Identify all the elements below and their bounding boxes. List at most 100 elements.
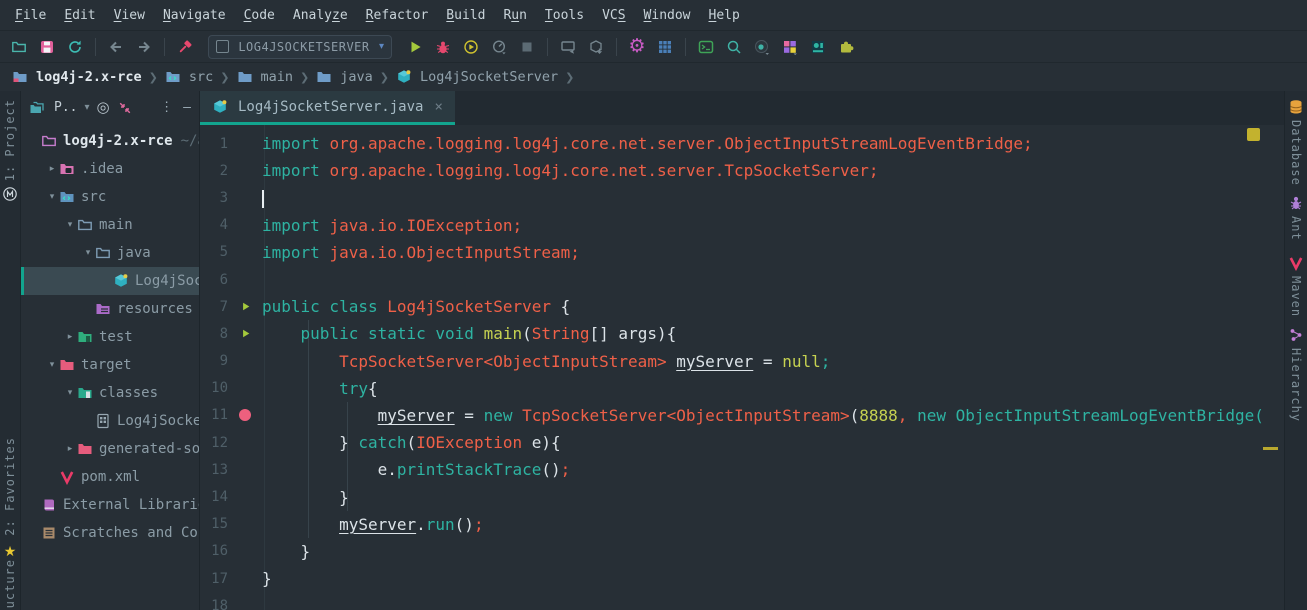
run-button[interactable] [402, 34, 428, 60]
folderNav-icon [316, 69, 334, 85]
more-options-button[interactable]: ⋮ [160, 100, 173, 115]
menu-item-build[interactable]: Build [437, 8, 494, 23]
toolwindow-ant[interactable]: Ant [1285, 195, 1307, 241]
theme-blocks-button[interactable] [777, 34, 803, 60]
breadcrumb-item-java[interactable]: java [314, 69, 375, 85]
menu-item-refactor[interactable]: Refactor [357, 8, 438, 23]
menu-item-help[interactable]: Help [700, 8, 749, 23]
menu-item-vcs[interactable]: VCS [593, 8, 634, 23]
chevron-down-icon[interactable]: ▾ [84, 102, 89, 113]
code-line-3: 3 [200, 184, 1284, 211]
line-number: 18 [200, 598, 228, 610]
tree-expander[interactable]: ▾ [81, 248, 95, 258]
menu-item-run[interactable]: Run [494, 8, 535, 23]
tree-expander[interactable]: ▸ [63, 332, 77, 342]
tree-item--idea[interactable]: ▸.idea [21, 155, 199, 183]
menu-item-navigate[interactable]: Navigate [154, 8, 235, 23]
collapse-all-button[interactable] [117, 100, 135, 116]
tree-item-resources[interactable]: resources [21, 295, 199, 323]
breadcrumb-item-src[interactable]: src [163, 69, 215, 85]
line-number: 5 [200, 244, 228, 260]
open-folder-button[interactable] [6, 34, 32, 60]
toolwindow-database-icon [1288, 99, 1304, 115]
modules-grid-button[interactable] [652, 34, 678, 60]
toolwindow-favorites[interactable]: 2: Favorites★ [0, 437, 20, 560]
tree-item-log4j-2-x-rce[interactable]: log4j-2.x-rce~/apache- [21, 127, 199, 155]
main-area: 1: Project2: Favorites★ucture P.. ▾ ◎ ⋮ … [0, 91, 1307, 610]
tree-item-src[interactable]: ▾src [21, 183, 199, 211]
tree-item-scratches-and-consoles[interactable]: Scratches and Consoles [21, 519, 199, 547]
debug-button[interactable] [430, 34, 456, 60]
deploy-button[interactable] [583, 34, 609, 60]
tree-item-target[interactable]: ▾target [21, 351, 199, 379]
profiler-button[interactable] [486, 34, 512, 60]
toolwindow-structure[interactable]: ucture [0, 559, 20, 608]
tree-expander[interactable]: ▸ [45, 164, 59, 174]
breadcrumb-item-log4jsocketserver[interactable]: Log4jSocketServer [394, 69, 560, 85]
code-line-16: 16 } [200, 538, 1284, 565]
sync-button[interactable] [62, 34, 88, 60]
build-button[interactable] [172, 34, 198, 60]
code-line-1: 1import org.apache.logging.log4j.core.ne… [200, 130, 1284, 157]
toolwindow-database[interactable]: Database [1285, 99, 1307, 186]
tree-item-external-libraries[interactable]: External Libraries [21, 491, 199, 519]
editor-tab-bar: Log4jSocketServer.java × [200, 91, 1284, 125]
tree-expander[interactable]: ▾ [63, 220, 77, 230]
code-line-11: 11 myServer = new TcpSocketServer<Object… [200, 402, 1284, 429]
run-gutter-icon[interactable] [240, 328, 251, 339]
project-view-selector[interactable]: P.. [54, 100, 77, 115]
tree-item-log4jsocketser[interactable]: Log4jSocketSer [21, 267, 199, 295]
tree-expander[interactable]: ▾ [63, 388, 77, 398]
tree-item-pom-xml[interactable]: pom.xml [21, 463, 199, 491]
plugins-puzzle-button[interactable] [833, 34, 859, 60]
run-gutter-icon[interactable] [240, 301, 251, 312]
tree-item-log4jsocketserve[interactable]: Log4jSocketServe [21, 407, 199, 435]
breadcrumb-item-main[interactable]: main [235, 69, 296, 85]
tree-expander[interactable]: ▾ [45, 192, 59, 202]
code-line-12: 12 } catch(IOException e){ [200, 429, 1284, 456]
material-ui-button[interactable] [805, 34, 831, 60]
forward-button[interactable] [131, 34, 157, 60]
tree-item-test[interactable]: ▸test [21, 323, 199, 351]
tree-item-generated-sources[interactable]: ▸generated-sources [21, 435, 199, 463]
terminal-button[interactable] [693, 34, 719, 60]
tree-item-classes[interactable]: ▾classes [21, 379, 199, 407]
save-all-button[interactable] [34, 34, 60, 60]
toolwindow-project[interactable]: 1: Project [0, 99, 20, 202]
tab-log4jsocketserver-java[interactable]: Log4jSocketServer.java × [200, 91, 455, 125]
fileGrid-icon [95, 413, 113, 429]
toolwindow-maven[interactable]: Maven [1285, 255, 1307, 317]
locate-file-button[interactable]: ◎ [97, 100, 110, 115]
menu-item-analyze[interactable]: Analyze [284, 8, 357, 23]
run-configuration-select[interactable]: LOG4JSOCKETSERVER▾ [208, 35, 392, 59]
tree-item-main[interactable]: ▾main [21, 211, 199, 239]
right-toolwindow-bar: Database Ant Maven Hierarchy [1284, 91, 1307, 610]
code-editor[interactable]: 1import org.apache.logging.log4j.core.ne… [200, 125, 1284, 610]
hide-panel-button[interactable]: — [183, 100, 191, 115]
search-everywhere-button[interactable] [721, 34, 747, 60]
menu-item-file[interactable]: File [6, 8, 55, 23]
inspection-status-marker[interactable] [1247, 128, 1260, 141]
menu-item-tools[interactable]: Tools [536, 8, 593, 23]
toolwindow-project-icon [2, 186, 18, 202]
menu-item-window[interactable]: Window [635, 8, 700, 23]
attach-process-button[interactable] [555, 34, 581, 60]
menu-item-code[interactable]: Code [235, 8, 284, 23]
coverage-button[interactable] [458, 34, 484, 60]
record-button[interactable] [749, 34, 775, 60]
breadcrumb-item-log4j-2.x-rce[interactable]: log4j-2.x-rce [10, 69, 144, 85]
chevron-down-icon: ▾ [379, 42, 384, 52]
back-button[interactable] [103, 34, 129, 60]
main-toolbar: LOG4JSOCKETSERVER▾ ⚙ [0, 30, 1307, 63]
tree-expander[interactable]: ▸ [63, 444, 77, 454]
close-icon[interactable]: × [434, 99, 442, 115]
tree-item-java[interactable]: ▾java [21, 239, 199, 267]
settings-gear-button[interactable]: ⚙ [624, 34, 650, 60]
stop-button[interactable] [514, 34, 540, 60]
warning-stripe-mark[interactable] [1263, 447, 1278, 450]
toolwindow-hierarchy[interactable]: Hierarchy [1285, 327, 1307, 422]
menu-item-view[interactable]: View [105, 8, 154, 23]
breakpoint-icon[interactable] [239, 409, 251, 421]
tree-expander[interactable]: ▾ [45, 360, 59, 370]
menu-item-edit[interactable]: Edit [55, 8, 104, 23]
